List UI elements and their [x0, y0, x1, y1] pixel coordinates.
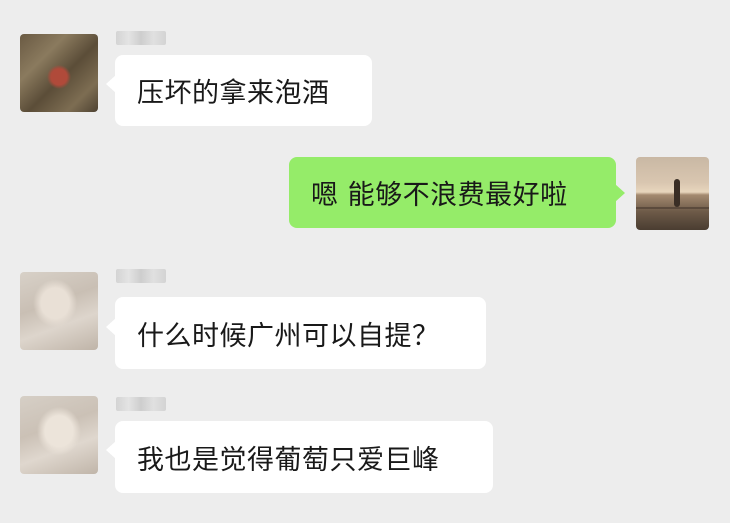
- sender-name: [116, 397, 166, 411]
- message-bubble[interactable]: 什么时候广州可以自提？: [115, 297, 486, 369]
- message-text: 嗯 能够不浪费最好啦: [311, 180, 568, 211]
- sender-name: [116, 31, 166, 45]
- message-bubble[interactable]: 我也是觉得葡萄只爱巨峰: [115, 421, 493, 493]
- sender-avatar[interactable]: [20, 272, 98, 350]
- bubble-tail: [615, 184, 625, 202]
- message-bubble[interactable]: 嗯 能够不浪费最好啦: [289, 157, 616, 228]
- sender-name: [116, 269, 166, 283]
- sender-avatar[interactable]: [20, 34, 98, 112]
- message-text: 压坏的拿来泡酒: [137, 78, 330, 109]
- blurred-avatar-icon: [20, 34, 98, 112]
- message-text: 什么时候广州可以自提？: [137, 320, 440, 352]
- blurred-avatar-icon: [20, 272, 98, 350]
- sunset-avatar-icon: [636, 157, 709, 230]
- self-avatar[interactable]: [636, 157, 709, 230]
- blurred-avatar-icon: [20, 396, 98, 474]
- sender-avatar[interactable]: [20, 396, 98, 474]
- message-text: 我也是觉得葡萄只爱巨峰: [137, 444, 440, 476]
- message-bubble[interactable]: 压坏的拿来泡酒: [115, 55, 372, 126]
